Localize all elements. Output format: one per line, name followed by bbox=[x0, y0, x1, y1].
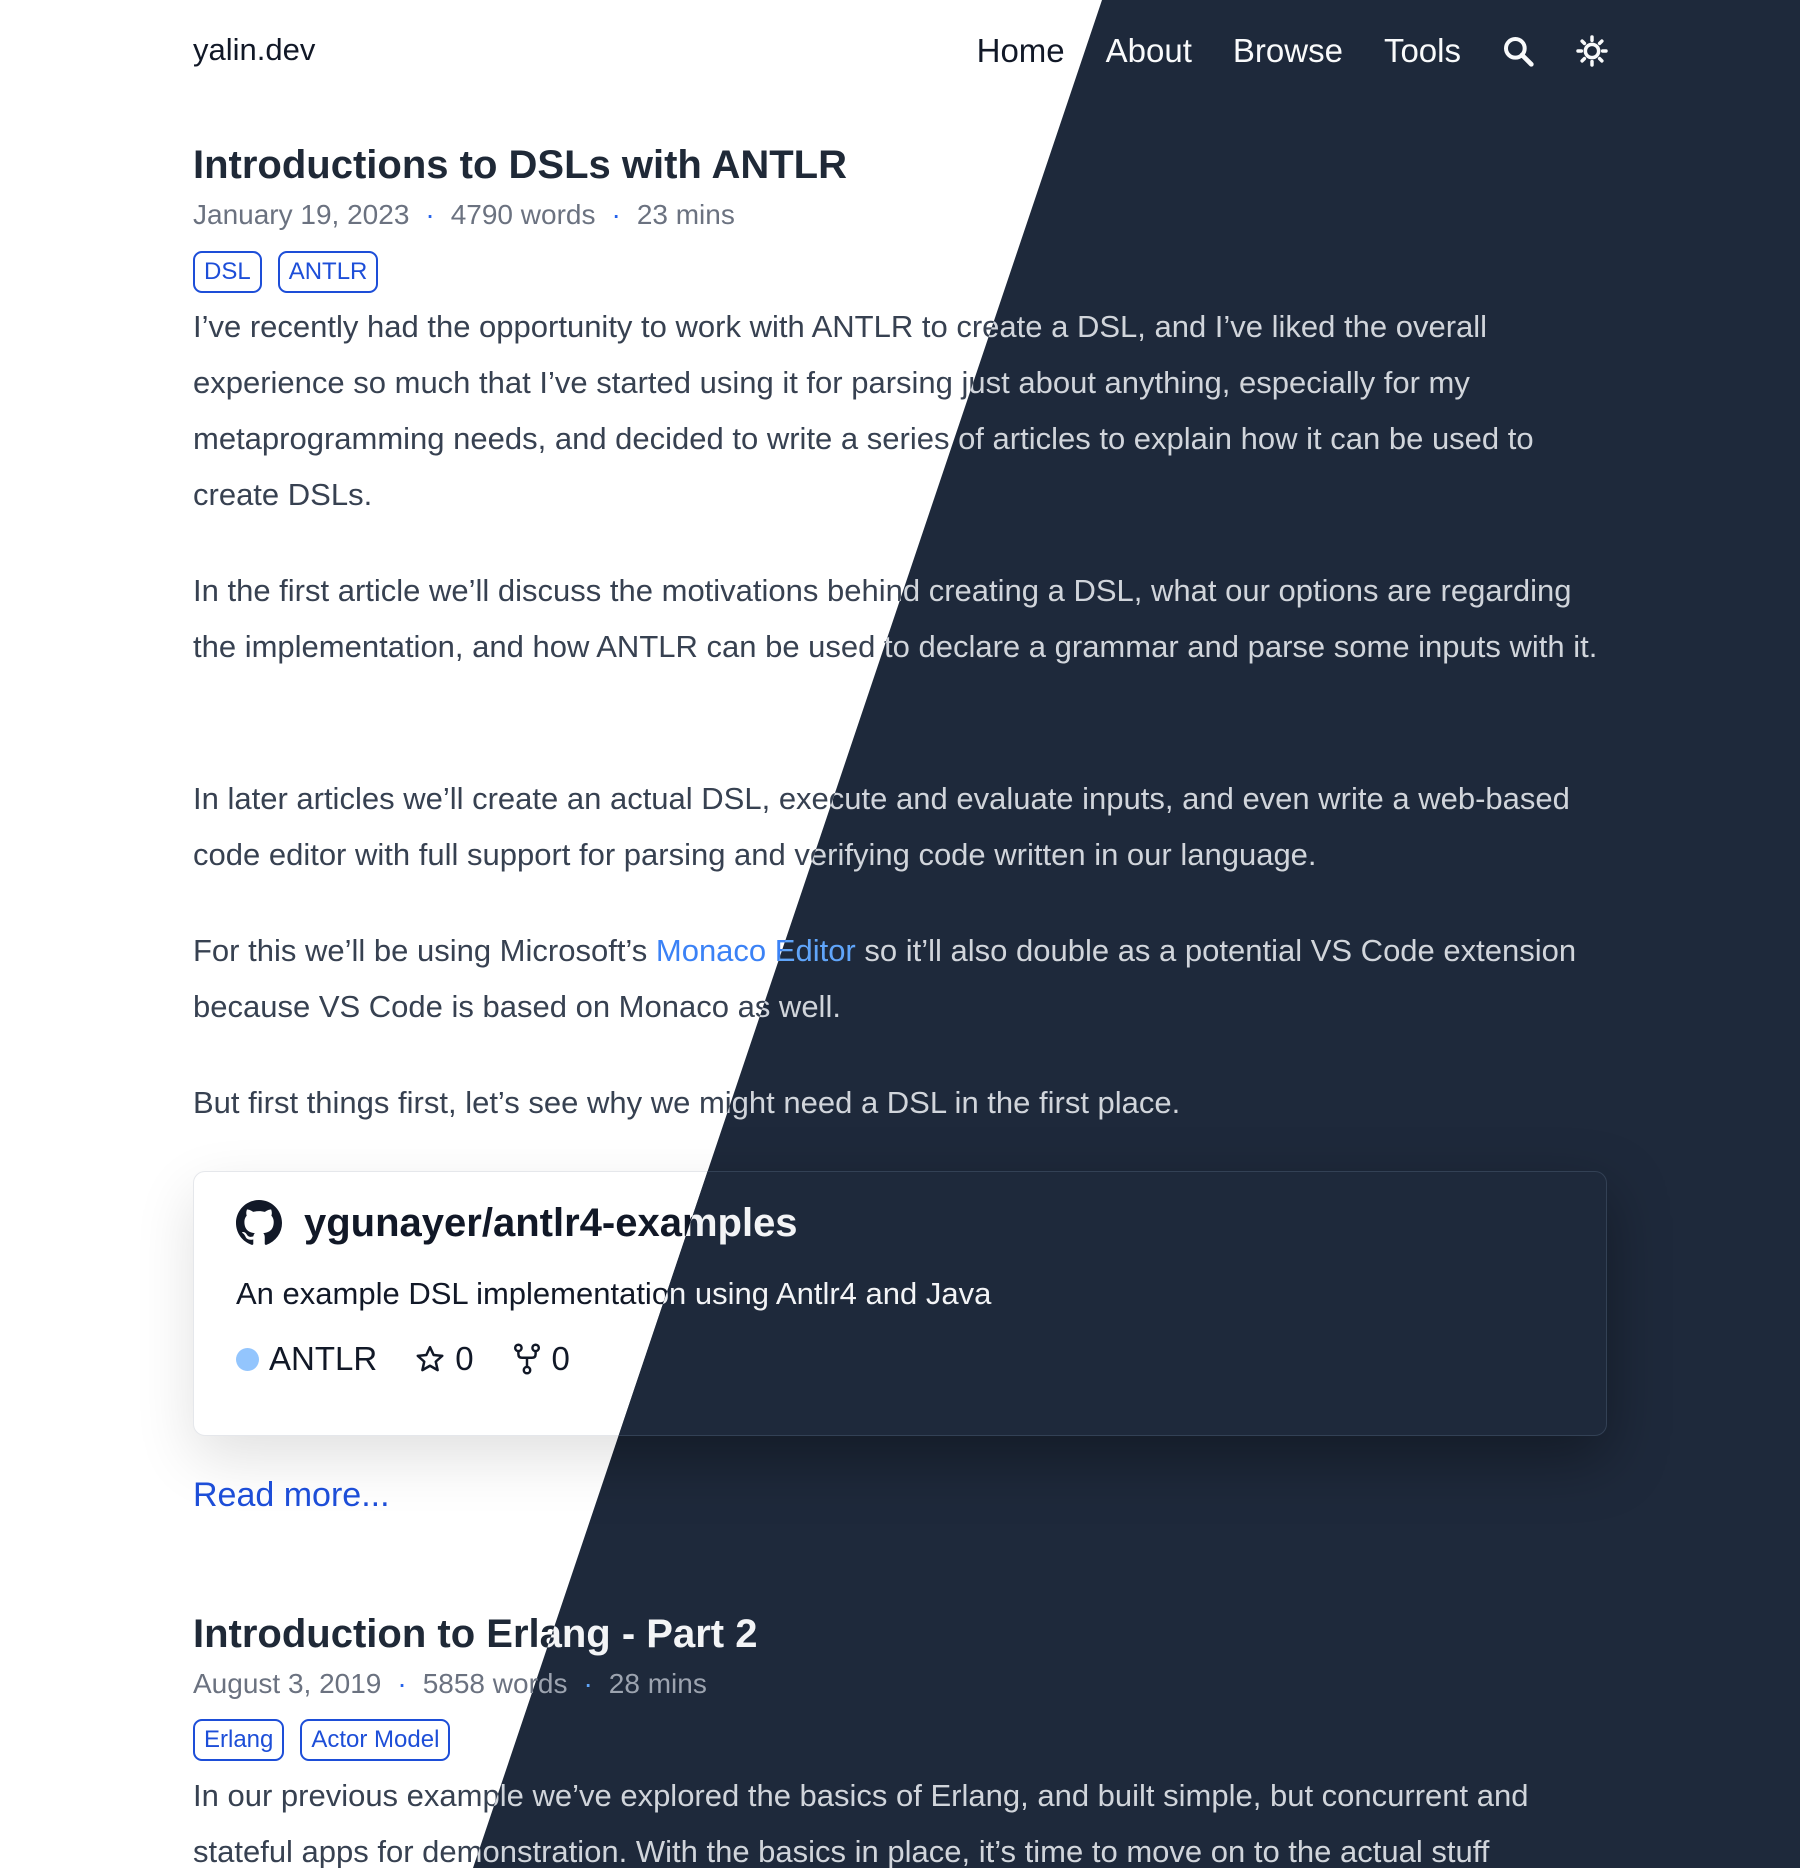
post-date: August 3, 2019 bbox=[193, 1668, 382, 1699]
meta-separator: · bbox=[611, 199, 621, 230]
post-word-count: 4790 words bbox=[450, 199, 596, 230]
repo-forks: 0 bbox=[512, 1340, 570, 1378]
post-reading-time: 28 mins bbox=[608, 1668, 707, 1699]
meta-separator: · bbox=[397, 1668, 407, 1699]
post-date: January 19, 2023 bbox=[193, 199, 410, 230]
post-meta: January 19, 2023 · 4790 words · 23 mins bbox=[193, 199, 735, 231]
post-tags: Erlang Actor Model bbox=[193, 1719, 466, 1762]
star-icon bbox=[416, 1345, 444, 1372]
paragraph-text: For this we’ll be using Microsoft’s bbox=[193, 933, 656, 968]
language-color-dot bbox=[236, 1347, 259, 1371]
post-title[interactable]: Introductions to DSLs with ANTLR bbox=[193, 143, 847, 188]
nav-home[interactable]: Home bbox=[977, 32, 1065, 70]
tag-dsl[interactable]: DSL bbox=[193, 251, 262, 294]
meta-separator: · bbox=[425, 199, 435, 230]
meta-separator: · bbox=[583, 1668, 593, 1699]
repo-stats: ANTLR 0 0 bbox=[236, 1340, 570, 1378]
nav-tools[interactable]: Tools bbox=[1384, 32, 1461, 70]
site-title[interactable]: yalin.dev bbox=[193, 32, 315, 68]
fork-count: 0 bbox=[551, 1340, 570, 1377]
sun-icon[interactable] bbox=[1575, 34, 1609, 68]
nav-about[interactable]: About bbox=[1106, 32, 1192, 70]
read-more-link[interactable]: Read more... bbox=[193, 1476, 390, 1515]
star-count: 0 bbox=[455, 1340, 474, 1377]
post-tags: DSL ANTLR bbox=[193, 251, 394, 294]
github-icon bbox=[236, 1200, 282, 1245]
nav-browse[interactable]: Browse bbox=[1233, 32, 1343, 70]
tag-antlr[interactable]: ANTLR bbox=[277, 251, 379, 294]
fork-icon bbox=[513, 1343, 540, 1375]
search-icon[interactable] bbox=[1501, 34, 1535, 68]
tag-actor-model[interactable]: Actor Model bbox=[300, 1719, 451, 1762]
tag-erlang[interactable]: Erlang bbox=[193, 1719, 285, 1762]
repo-stars: 0 bbox=[415, 1340, 474, 1378]
post-reading-time: 23 mins bbox=[636, 199, 735, 230]
repo-language: ANTLR bbox=[269, 1340, 378, 1377]
